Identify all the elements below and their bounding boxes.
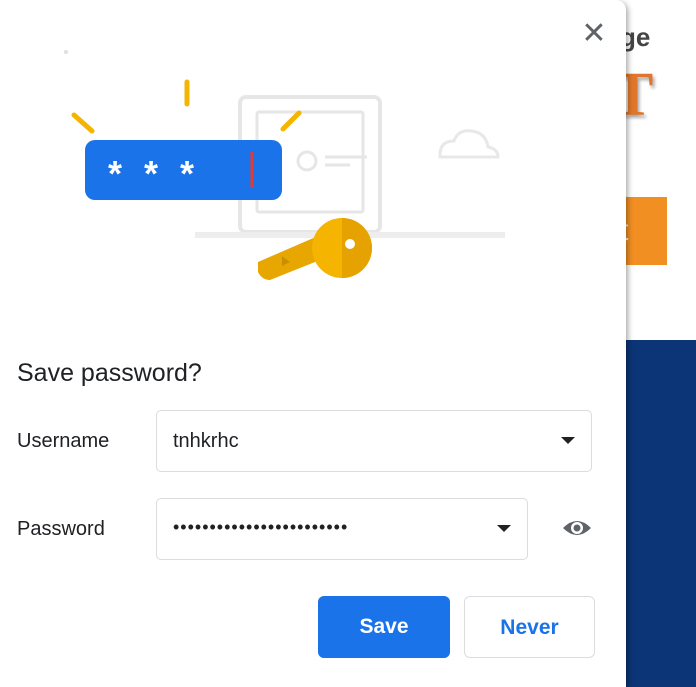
password-mask-text: * * * (108, 153, 200, 194)
password-illustration: * * * (64, 50, 505, 280)
key-icon (258, 218, 372, 280)
username-value: tnhkrhc (173, 430, 239, 452)
sparkle-icon (71, 79, 302, 134)
eye-icon[interactable] (561, 514, 593, 542)
save-password-dialog: ✕ * * * Save password? Username tnhkrhc … (0, 0, 626, 687)
password-select[interactable]: •••••••••••••••••••••••• (156, 498, 528, 560)
dialog-title: Save password? (17, 359, 202, 387)
cloud-icon (438, 129, 500, 159)
username-select[interactable]: tnhkrhc (156, 410, 592, 472)
password-value: •••••••••••••••••••••••• (173, 517, 349, 537)
password-label: Password (17, 518, 105, 540)
never-button[interactable]: Never (464, 596, 595, 658)
username-label: Username (17, 430, 110, 452)
save-button[interactable]: Save (318, 596, 450, 658)
chevron-down-icon (561, 437, 575, 444)
chevron-down-icon (497, 525, 511, 532)
